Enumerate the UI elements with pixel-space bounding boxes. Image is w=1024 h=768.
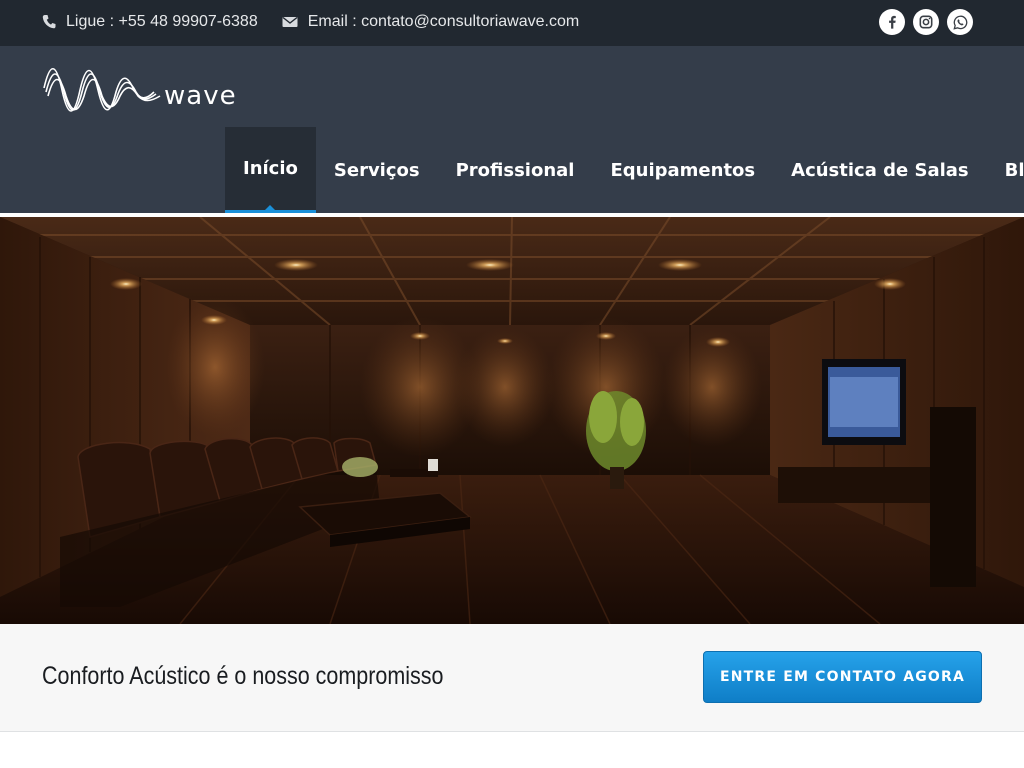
nav-item-label: Início — [243, 158, 298, 179]
nav-item-label: Profissional — [455, 159, 575, 181]
nav-item-label: Serviços — [333, 159, 420, 181]
facebook-icon[interactable] — [879, 9, 905, 35]
email-text: Email : contato@consultoriawave.com — [307, 13, 580, 30]
nav-item-label: Blog — [1004, 159, 1024, 181]
email-item[interactable]: Email : contato@consultoriawave.com — [282, 13, 579, 31]
logo-wordmark: wave — [164, 81, 237, 111]
nav-item-label: Equipamentos — [610, 159, 756, 181]
site-header: wave Início Serviços Profissional Equipa… — [0, 46, 1024, 213]
cta-band: Conforto Acústico é o nosso compromisso … — [0, 624, 1024, 732]
nav-item-inicio[interactable]: Início — [225, 127, 316, 213]
hero-banner-image — [0, 217, 1024, 624]
nav-item-profissional[interactable]: Profissional — [438, 127, 593, 213]
contact-now-button[interactable]: Entre em contato agora — [703, 651, 982, 703]
contact-info: Ligue : +55 48 99907-6388 Email : contat… — [42, 13, 603, 31]
whatsapp-icon[interactable] — [947, 9, 973, 35]
top-bar: Ligue : +55 48 99907-6388 Email : contat… — [0, 0, 1024, 46]
active-indicator — [265, 205, 276, 210]
main-nav: Início Serviços Profissional Equipamento… — [225, 127, 1024, 213]
phone-item[interactable]: Ligue : +55 48 99907-6388 — [42, 13, 258, 31]
phone-text: Ligue : +55 48 99907-6388 — [66, 13, 258, 30]
social-links — [879, 9, 973, 35]
nav-item-acustica-de-salas[interactable]: Acústica de Salas — [773, 127, 987, 213]
instagram-icon[interactable] — [913, 9, 939, 35]
nav-item-label: Acústica de Salas — [791, 159, 969, 181]
brand-logo[interactable]: wave — [42, 60, 242, 122]
nav-item-equipamentos[interactable]: Equipamentos — [592, 127, 773, 213]
nav-item-blog[interactable]: Blog — [987, 127, 1024, 213]
nav-item-servicos[interactable]: Serviços — [316, 127, 438, 213]
cta-tagline: Conforto Acústico é o nosso compromisso — [42, 662, 444, 690]
envelope-icon — [282, 16, 298, 27]
phone-icon — [42, 15, 56, 29]
